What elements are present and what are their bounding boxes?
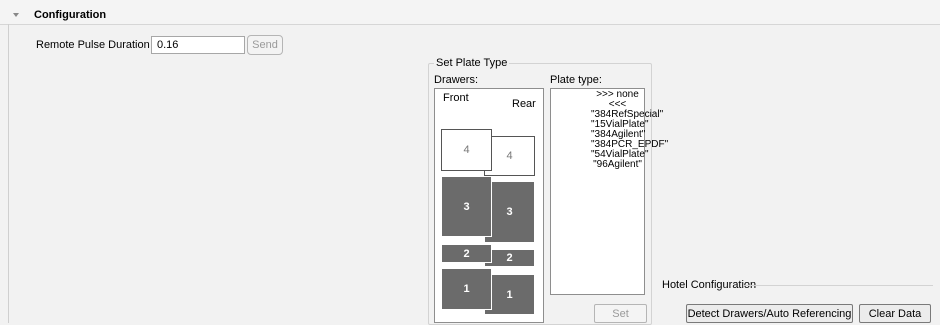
remote-pulse-input[interactable] (151, 36, 245, 54)
front-label: Front (443, 92, 469, 104)
section-title: Configuration (34, 9, 107, 21)
set-plate-type-title: Set Plate Type (434, 57, 510, 69)
section-divider (8, 24, 9, 323)
plate-type-list[interactable]: >>> none <<< "384RefSpecial" "15VialPlat… (550, 88, 668, 295)
collapse-arrow-icon[interactable] (13, 13, 19, 17)
clear-data-button[interactable]: Clear Data (859, 304, 931, 323)
set-button[interactable]: Set (594, 304, 647, 323)
drawer-front-1[interactable]: 1 (441, 268, 492, 310)
hotel-group-border (743, 285, 933, 286)
drawer-front-3[interactable]: 3 (441, 176, 492, 237)
detect-drawers-button[interactable]: Detect Drawers/Auto Referencing (686, 304, 853, 323)
drawer-front-2[interactable]: 2 (441, 244, 492, 263)
plate-type-item[interactable]: "96Agilent" (591, 160, 644, 170)
drawers-label: Drawers: (434, 74, 479, 86)
drawer-front-4[interactable]: 4 (441, 129, 492, 171)
configuration-header[interactable]: Configuration (0, 0, 940, 25)
send-button[interactable]: Send (247, 35, 283, 55)
rear-label: Rear (512, 98, 536, 110)
plate-type-label: Plate type: (550, 74, 602, 86)
plate-type-item[interactable]: >>> none <<< (591, 90, 644, 110)
remote-pulse-label: Remote Pulse Duration [s] (36, 39, 165, 51)
